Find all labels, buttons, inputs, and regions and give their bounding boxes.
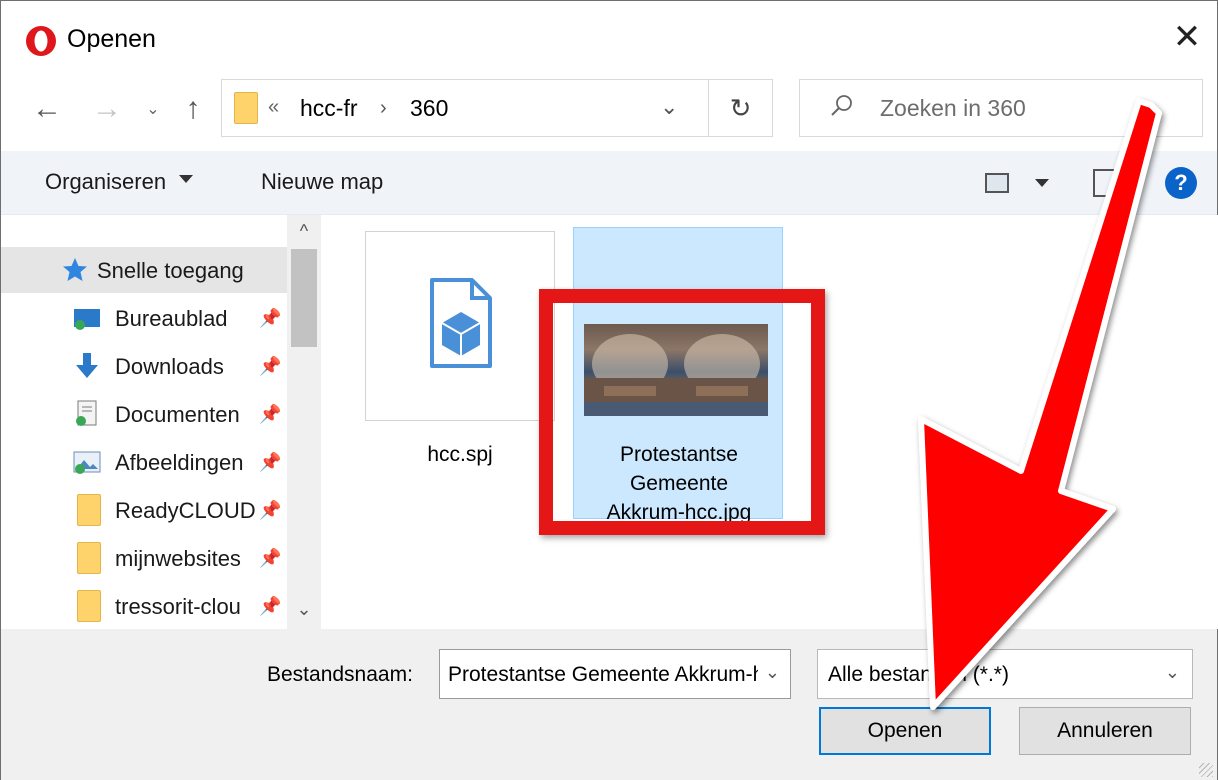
search-box[interactable]: Zoeken in 360 xyxy=(799,79,1203,137)
preview-pane-icon[interactable] xyxy=(1093,169,1117,197)
scrollbar-thumb[interactable] xyxy=(291,249,317,347)
command-bar: Organiseren Nieuwe map xyxy=(1,151,1217,215)
help-button[interactable]: ? xyxy=(1165,167,1197,199)
sidebar-item-label: ReadyCLOUD xyxy=(115,498,256,523)
filename-value[interactable]: Protestantse Gemeente Akkrum-hcc.jpg xyxy=(448,663,758,687)
breadcrumb-separator[interactable]: › xyxy=(380,97,387,120)
sidebar-item-label: mijnwebsites xyxy=(115,546,241,571)
sidebar-item-label: tressorit-clou xyxy=(115,594,241,619)
close-button[interactable]: ✕ xyxy=(1157,15,1217,59)
sidebar-item-label: Bureaublad xyxy=(115,306,228,331)
pictures-icon xyxy=(73,451,101,474)
filetype-select[interactable]: Alle bestanden (*.*) ⌄ xyxy=(817,649,1193,699)
title-bar: Openen ✕ xyxy=(1,1,1217,73)
sidebar-item-label: Snelle toegang xyxy=(97,258,244,283)
sidebar-item-tressorit[interactable]: tressorit-clou 📌 xyxy=(1,583,291,629)
file-item-hcc-spj[interactable]: hcc.spj xyxy=(365,231,555,511)
sidebar-item-label: Documenten xyxy=(115,402,240,427)
chevron-down-icon[interactable] xyxy=(1035,179,1049,187)
folder-icon xyxy=(77,494,101,526)
folder-icon xyxy=(77,590,101,622)
new-folder-button[interactable]: Nieuwe map xyxy=(261,169,383,195)
sidebar-scrollbar[interactable]: ^ ⌄ xyxy=(287,215,321,629)
sidebar-item-documents[interactable]: Documenten 📌 xyxy=(1,391,291,437)
chevron-down-icon[interactable]: ⌄ xyxy=(765,662,780,683)
open-button[interactable]: Openen xyxy=(819,707,991,755)
star-icon xyxy=(63,258,87,281)
sidebar-item-label: Afbeeldingen xyxy=(115,450,244,475)
breadcrumb-360[interactable]: 360 xyxy=(410,95,448,122)
sidebar-item-desktop[interactable]: Bureaublad 📌 xyxy=(1,295,291,341)
organize-menu-button[interactable]: Organiseren xyxy=(45,169,166,195)
sidebar-item-label: Downloads xyxy=(115,354,224,379)
open-file-dialog: Openen ✕ ← → ⌄ ↑ « hcc-fr › 360 ⌄ ↻ Zoek… xyxy=(0,0,1218,780)
refresh-button[interactable]: ↻ xyxy=(709,79,773,137)
scroll-down-arrow[interactable]: ⌄ xyxy=(287,599,321,620)
view-options-icon[interactable] xyxy=(985,173,1009,193)
pin-icon[interactable]: 📌 xyxy=(259,404,281,425)
download-icon xyxy=(76,353,98,378)
sidebar-item-downloads[interactable]: Downloads 📌 xyxy=(1,343,291,389)
breadcrumb-hcc-fr[interactable]: hcc-fr xyxy=(300,95,358,122)
pin-icon[interactable]: 📌 xyxy=(259,356,281,377)
address-dropdown-button[interactable]: ⌄ xyxy=(660,94,678,120)
sidebar-item-mijnwebsites[interactable]: mijnwebsites 📌 xyxy=(1,535,291,581)
filename-label: Bestandsnaam: xyxy=(267,663,413,686)
chevron-down-icon[interactable]: ⌄ xyxy=(1165,662,1180,683)
cancel-button[interactable]: Annuleren xyxy=(1019,707,1191,755)
back-button[interactable]: ← xyxy=(27,87,67,131)
pin-icon[interactable]: 📌 xyxy=(259,308,281,329)
file-name: hcc.spj xyxy=(427,443,493,466)
pin-icon[interactable]: 📌 xyxy=(259,452,281,473)
scroll-up-arrow[interactable]: ^ xyxy=(287,221,321,242)
recent-locations-button[interactable]: ⌄ xyxy=(141,87,165,131)
red-highlight-frame xyxy=(539,289,825,535)
desktop-icon xyxy=(74,309,100,330)
3d-file-icon xyxy=(430,278,492,368)
dialog-footer: Bestandsnaam: Protestantse Gemeente Akkr… xyxy=(1,629,1217,780)
breadcrumb-overflow[interactable]: « xyxy=(268,96,279,119)
address-bar[interactable]: « hcc-fr › 360 ⌄ xyxy=(221,79,709,137)
forward-button[interactable]: → xyxy=(87,87,127,131)
folder-icon xyxy=(77,542,101,574)
pin-icon[interactable]: 📌 xyxy=(259,500,281,521)
window-title: Openen xyxy=(67,25,156,53)
sidebar-item-readycloud[interactable]: ReadyCLOUD 📌 xyxy=(1,487,291,533)
search-input[interactable]: Zoeken in 360 xyxy=(880,95,1026,122)
resize-grip[interactable] xyxy=(1199,763,1213,777)
sidebar-item-quick-access[interactable]: Snelle toegang xyxy=(1,247,291,293)
navigation-pane: Snelle toegang Bureaublad 📌 Downloads 📌 xyxy=(1,215,291,629)
filename-field[interactable]: Protestantse Gemeente Akkrum-hcc.jpg ⌄ xyxy=(439,649,791,699)
chevron-down-icon xyxy=(179,175,193,183)
search-icon xyxy=(831,95,852,116)
filetype-value: Alle bestanden (*.*) xyxy=(828,663,1009,686)
pin-icon[interactable]: 📌 xyxy=(259,548,281,569)
up-button[interactable]: ↑ xyxy=(173,87,213,131)
sidebar-item-pictures[interactable]: Afbeeldingen 📌 xyxy=(1,439,291,485)
documents-icon xyxy=(76,400,97,426)
folder-icon xyxy=(234,92,258,124)
file-thumbnail xyxy=(365,231,555,421)
opera-icon xyxy=(26,26,56,56)
pin-icon[interactable]: 📌 xyxy=(259,596,281,617)
